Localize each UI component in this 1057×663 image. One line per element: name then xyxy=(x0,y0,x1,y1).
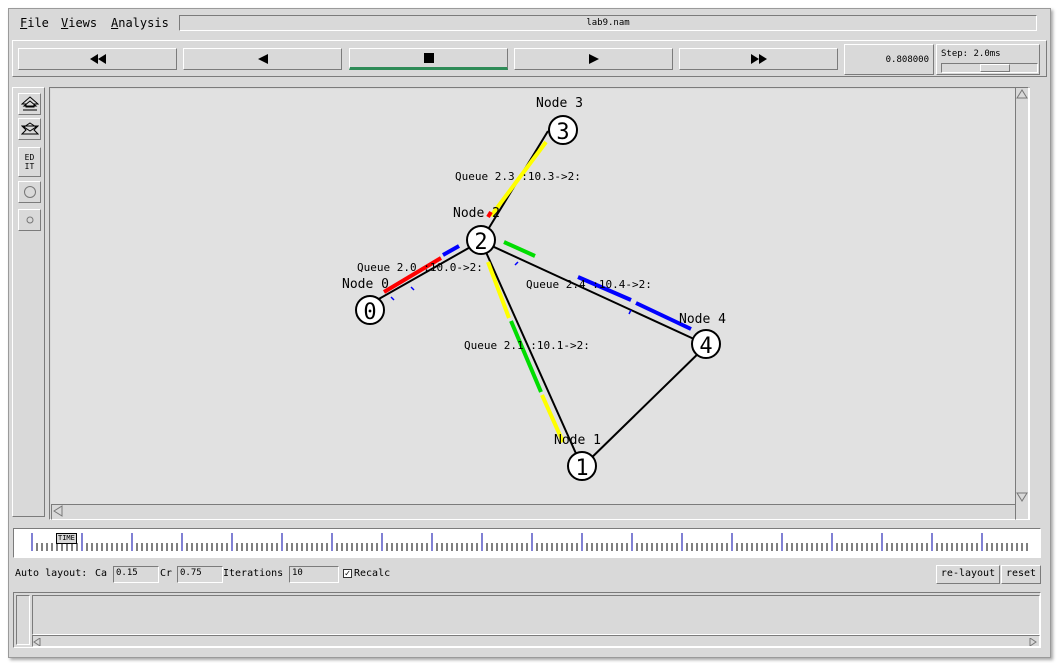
node-0-id: 0 xyxy=(363,300,376,325)
zoom-in-icon xyxy=(20,96,39,111)
drop-tick-2 xyxy=(410,286,415,291)
zoom-out-button[interactable] xyxy=(18,118,41,140)
node-2-label: Node 2 xyxy=(453,206,500,221)
play-backward-button[interactable] xyxy=(183,48,342,70)
step-label: Step: 2.0ms xyxy=(941,49,1001,59)
menu-analysis-rest: nalysis xyxy=(118,16,169,30)
fast-rewind-button[interactable] xyxy=(18,48,177,70)
reset-button[interactable]: reset xyxy=(1001,565,1041,584)
small-circle-tool-button[interactable] xyxy=(18,209,41,231)
small-circle-icon xyxy=(26,216,33,224)
menu-file[interactable]: File xyxy=(20,16,49,30)
annotation-scroll-left-icon xyxy=(33,637,41,647)
menu-views[interactable]: Views xyxy=(61,16,97,30)
step-control: Step: 2.0ms xyxy=(936,44,1040,75)
fast-rewind-icon xyxy=(89,54,106,64)
ca-input[interactable]: 0.15 xyxy=(113,566,159,583)
play-forward-button[interactable] xyxy=(514,48,673,70)
menu-views-rest: iews xyxy=(68,16,98,30)
vscroll-arrows xyxy=(1016,89,1028,502)
step-slider-thumb[interactable] xyxy=(980,64,1010,72)
relayout-button[interactable]: re-layout xyxy=(936,565,1000,584)
ca-label: Ca xyxy=(95,568,108,579)
network-canvas[interactable]: 0 Node 0 1 Node 1 2 Node 2 3 Node 3 4 No… xyxy=(51,89,1026,504)
annotation-list[interactable] xyxy=(32,595,1040,635)
circle-tool-button[interactable] xyxy=(18,181,41,203)
cr-input[interactable]: 0.75 xyxy=(177,566,223,583)
menu-file-rest: ile xyxy=(27,16,49,30)
zoom-in-button[interactable] xyxy=(18,93,41,115)
play-backward-icon xyxy=(257,54,268,64)
canvas-vscrollbar[interactable] xyxy=(1015,87,1029,520)
node-1-label: Node 1 xyxy=(554,433,601,448)
node-2[interactable]: 2 Node 2 xyxy=(453,206,500,255)
packet-yellow-2-1a xyxy=(486,261,511,319)
annotation-panel xyxy=(13,592,1041,648)
scroll-up-icon xyxy=(1016,89,1028,99)
window-title: lab9.nam xyxy=(179,15,1037,31)
tool-sidebar: ED IT xyxy=(12,87,45,517)
scroll-down-icon xyxy=(1016,492,1028,502)
packet-blue-0-2 xyxy=(442,244,460,257)
fast-forward-icon xyxy=(750,54,767,64)
node-0-label: Node 0 xyxy=(342,277,389,292)
queue-label-2-1: Queue 2.1 :10.1->2: xyxy=(464,339,590,352)
timeline[interactable]: TIME xyxy=(13,528,1041,558)
drop-tick-3 xyxy=(514,261,519,266)
circle-icon xyxy=(23,186,36,198)
scroll-left-icon xyxy=(53,505,63,517)
canvas-hscrollbar[interactable] xyxy=(51,504,1028,520)
sim-time-display: 0.808000 xyxy=(844,44,934,75)
iterations-label: Iterations xyxy=(223,568,284,579)
node-3-label: Node 3 xyxy=(536,96,583,111)
drop-tick-4 xyxy=(628,309,632,315)
network-diagram: 0 Node 0 1 Node 1 2 Node 2 3 Node 3 4 No… xyxy=(342,96,726,481)
node-1-id: 1 xyxy=(575,456,588,481)
annotation-hscrollbar[interactable] xyxy=(32,635,1040,647)
network-canvas-frame: 0 Node 0 1 Node 1 2 Node 2 3 Node 3 4 No… xyxy=(49,87,1030,520)
menu-analysis[interactable]: Analysis xyxy=(111,16,169,30)
annotation-scroll-right-icon xyxy=(1029,637,1037,647)
queue-label-2-4: Queue 2.4 :10.4->2: xyxy=(526,278,652,291)
drop-tick-1 xyxy=(390,296,395,301)
link-1-4 xyxy=(581,344,708,468)
play-forward-icon xyxy=(588,54,599,64)
edit-button[interactable]: ED IT xyxy=(18,147,41,177)
timeline-ticks xyxy=(31,533,1028,551)
cr-label: Cr xyxy=(160,568,173,579)
node-1[interactable]: 1 Node 1 xyxy=(554,433,601,481)
stop-icon xyxy=(423,53,434,63)
recalc-label: Recalc xyxy=(354,568,391,579)
annotation-vscrollbar[interactable] xyxy=(16,595,30,645)
annotation-hscroll-arrows xyxy=(33,637,1037,647)
iterations-input[interactable]: 10 xyxy=(289,566,339,583)
node-3-id: 3 xyxy=(556,120,569,145)
node-4-label: Node 4 xyxy=(679,312,726,327)
packet-green-2-1 xyxy=(509,320,543,393)
recalc-checkbox[interactable]: ✓ xyxy=(343,569,352,579)
queue-label-2-3: Queue 2.3 :10.3->2: xyxy=(455,170,581,183)
zoom-out-icon xyxy=(20,122,39,135)
node-4-id: 4 xyxy=(699,334,712,359)
time-marker[interactable]: TIME xyxy=(56,533,77,544)
stop-button[interactable] xyxy=(349,48,508,70)
nam-window: File Views Analysis lab9.nam 0.808000 St… xyxy=(8,8,1051,658)
node-0[interactable]: 0 Node 0 xyxy=(342,277,389,325)
playback-toolbar: 0.808000 Step: 2.0ms xyxy=(12,40,1047,77)
fast-forward-button[interactable] xyxy=(679,48,838,70)
step-slider[interactable] xyxy=(941,63,1038,73)
node-2-id: 2 xyxy=(474,230,487,255)
hscroll-arrows xyxy=(53,505,1026,517)
auto-layout-label: Auto layout: xyxy=(15,568,88,579)
queue-label-2-0: Queue 2.0 :10.0->2: xyxy=(357,261,483,274)
